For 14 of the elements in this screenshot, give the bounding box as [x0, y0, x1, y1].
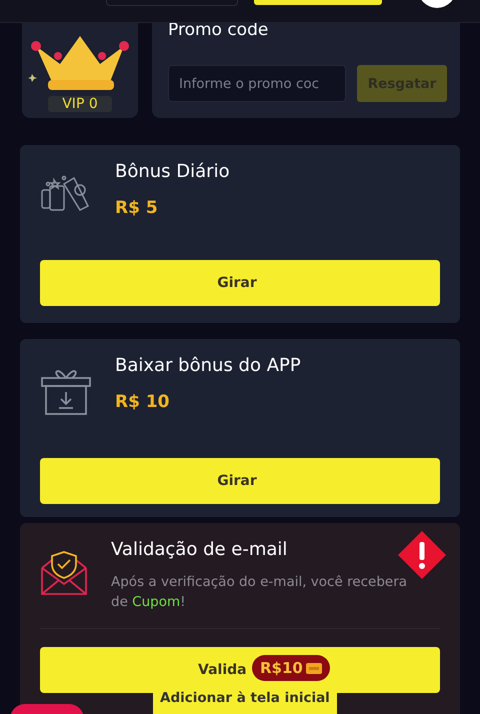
card-description: Após a verificação do e-mail, você recebera de Cupom! [111, 573, 408, 612]
promo-title: Promo code [168, 23, 270, 37]
bonus-amount: R$ 10 [115, 392, 170, 412]
card-title: Validação de e-mail [111, 538, 288, 562]
card-button[interactable]: Girar [40, 458, 440, 504]
ticket-icon [306, 662, 322, 674]
bonus-amount: R$ 5 [115, 198, 159, 218]
promo-code-field[interactable]: Informe o promo coc [168, 65, 346, 102]
card-button[interactable]: Girar [40, 260, 440, 306]
vip-level: VIP 0 [48, 96, 112, 112]
shield-envelope-icon [40, 550, 88, 596]
card-title: Baixar bônus do APP [115, 354, 301, 378]
badge-amount: R$10 [260, 659, 303, 677]
card-title: Bônus Diário [115, 160, 230, 184]
